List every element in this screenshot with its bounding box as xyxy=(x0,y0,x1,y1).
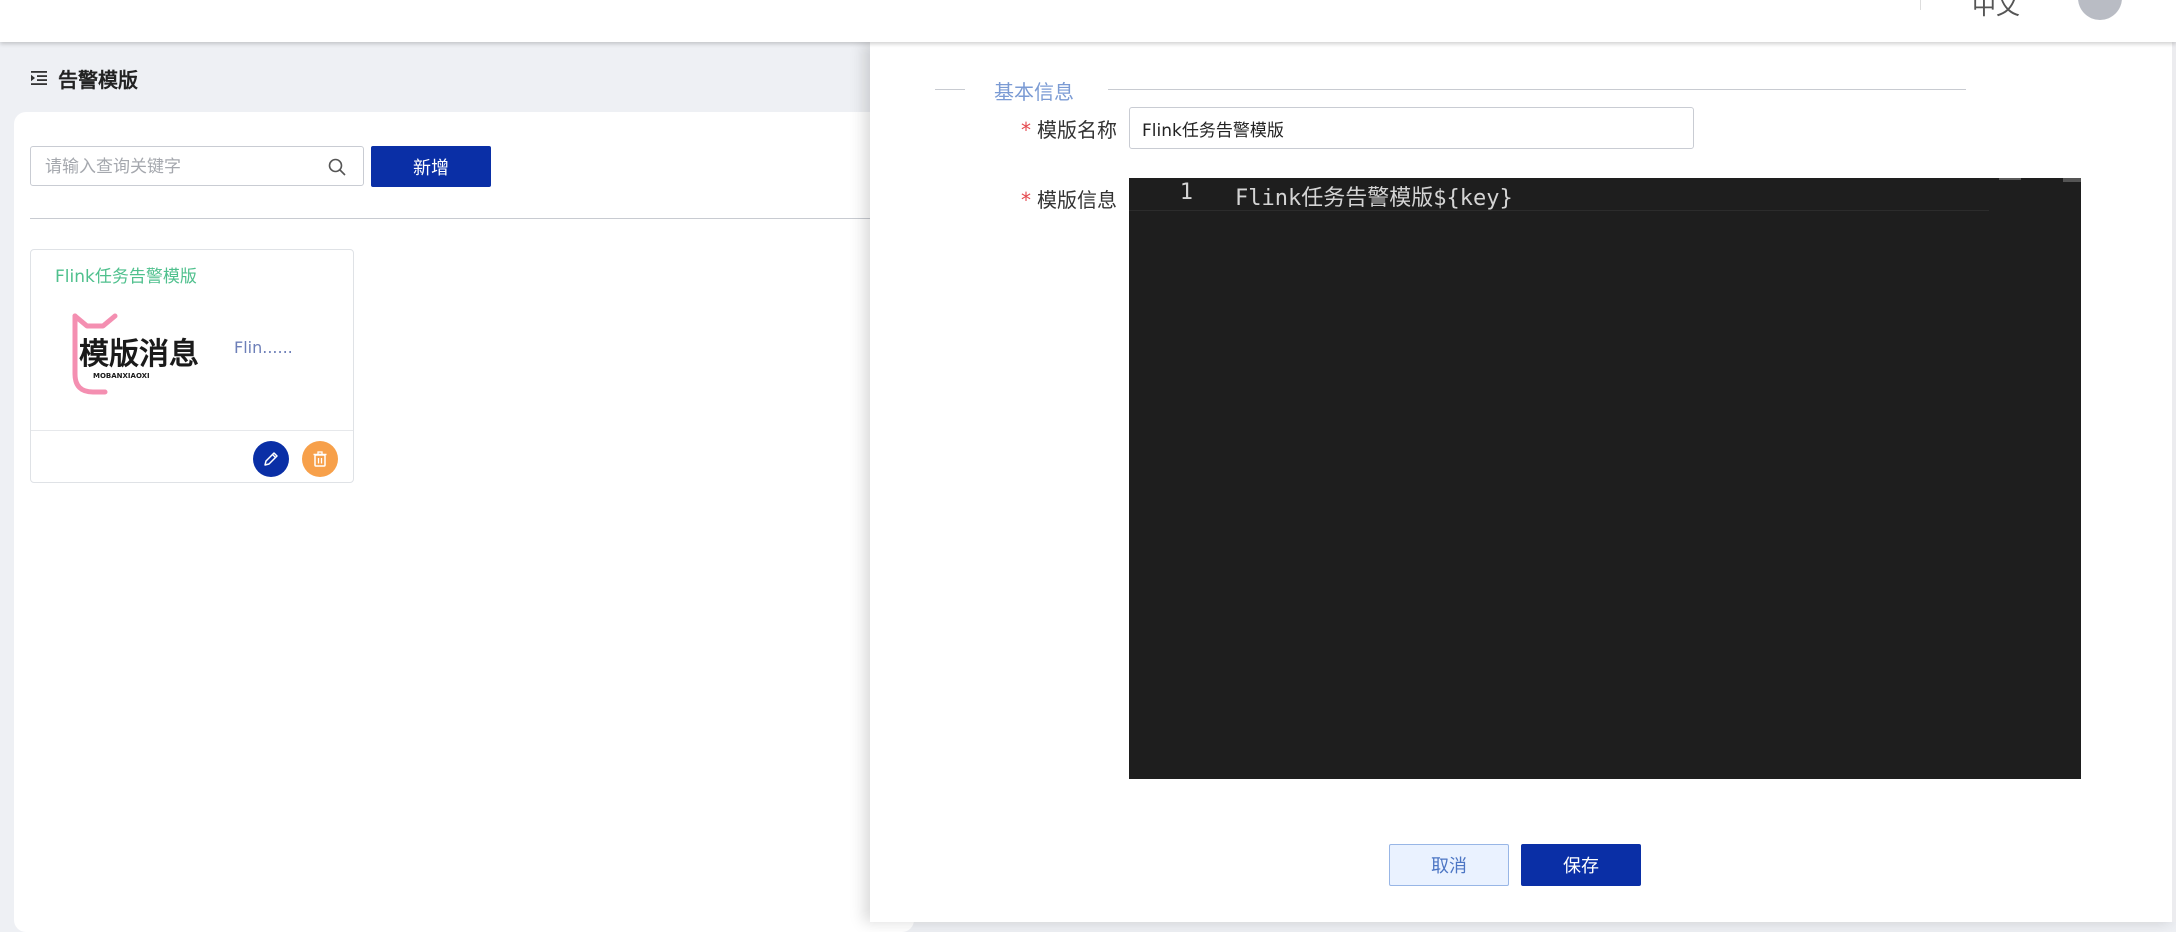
top-header: 中文 xyxy=(0,0,2176,42)
trash-icon xyxy=(313,451,327,467)
page-title: 告警模版 xyxy=(30,64,138,92)
search-box[interactable] xyxy=(30,146,364,187)
section-divider-right xyxy=(1108,89,1966,90)
edit-drawer: 基本信息 *模版名称 *模版信息 1 Flink任务告警模版${key} 取消 … xyxy=(870,42,2176,922)
card-description: Flin...... xyxy=(234,338,293,357)
template-card[interactable]: Flink任务告警模版 模版消息 MOBANXIAOXI Flin...... xyxy=(30,249,354,483)
required-mark: * xyxy=(1021,118,1031,142)
pencil-icon xyxy=(264,452,278,466)
section-divider-left xyxy=(935,89,965,90)
editor-minimap[interactable] xyxy=(1999,178,2021,180)
template-name-input[interactable] xyxy=(1129,107,1694,149)
code-line-text[interactable]: Flink任务告警模版${key} xyxy=(1235,180,1513,212)
card-footer-divider xyxy=(31,430,353,431)
toolbar-divider xyxy=(30,218,930,219)
delete-button[interactable] xyxy=(302,441,338,477)
card-title[interactable]: Flink任务告警模版 xyxy=(55,262,197,287)
header-divider xyxy=(1920,0,1921,10)
template-info-label: * 模版信息 xyxy=(1021,188,1117,212)
cancel-button[interactable]: 取消 xyxy=(1389,844,1509,886)
editor-line[interactable]: 1 Flink任务告警模版${key} xyxy=(1129,178,1989,211)
add-button[interactable]: 新增 xyxy=(371,146,491,187)
user-avatar[interactable] xyxy=(2078,0,2122,20)
search-icon[interactable] xyxy=(327,157,347,177)
drawer-edge xyxy=(2172,42,2176,922)
required-mark: * xyxy=(1021,188,1031,212)
save-button[interactable]: 保存 xyxy=(1521,844,1641,886)
content-panel xyxy=(14,112,914,932)
logo-text: 模版消息 xyxy=(79,337,199,372)
page-title-text: 告警模版 xyxy=(58,67,138,92)
edit-button[interactable] xyxy=(253,441,289,477)
template-name-label: * 模版名称 xyxy=(1021,118,1117,142)
search-input[interactable] xyxy=(43,147,317,187)
language-switch[interactable]: 中文 xyxy=(1972,0,2020,21)
editor-scrollbar[interactable] xyxy=(2063,178,2081,182)
indent-list-icon xyxy=(31,71,47,85)
template-logo: 模版消息 MOBANXIAOXI xyxy=(72,313,199,395)
logo-subtext: MOBANXIAOXI xyxy=(93,372,150,380)
code-editor[interactable]: 1 Flink任务告警模版${key} xyxy=(1129,178,2081,779)
line-number: 1 xyxy=(1179,180,1193,205)
section-title: 基本信息 xyxy=(994,80,1074,104)
